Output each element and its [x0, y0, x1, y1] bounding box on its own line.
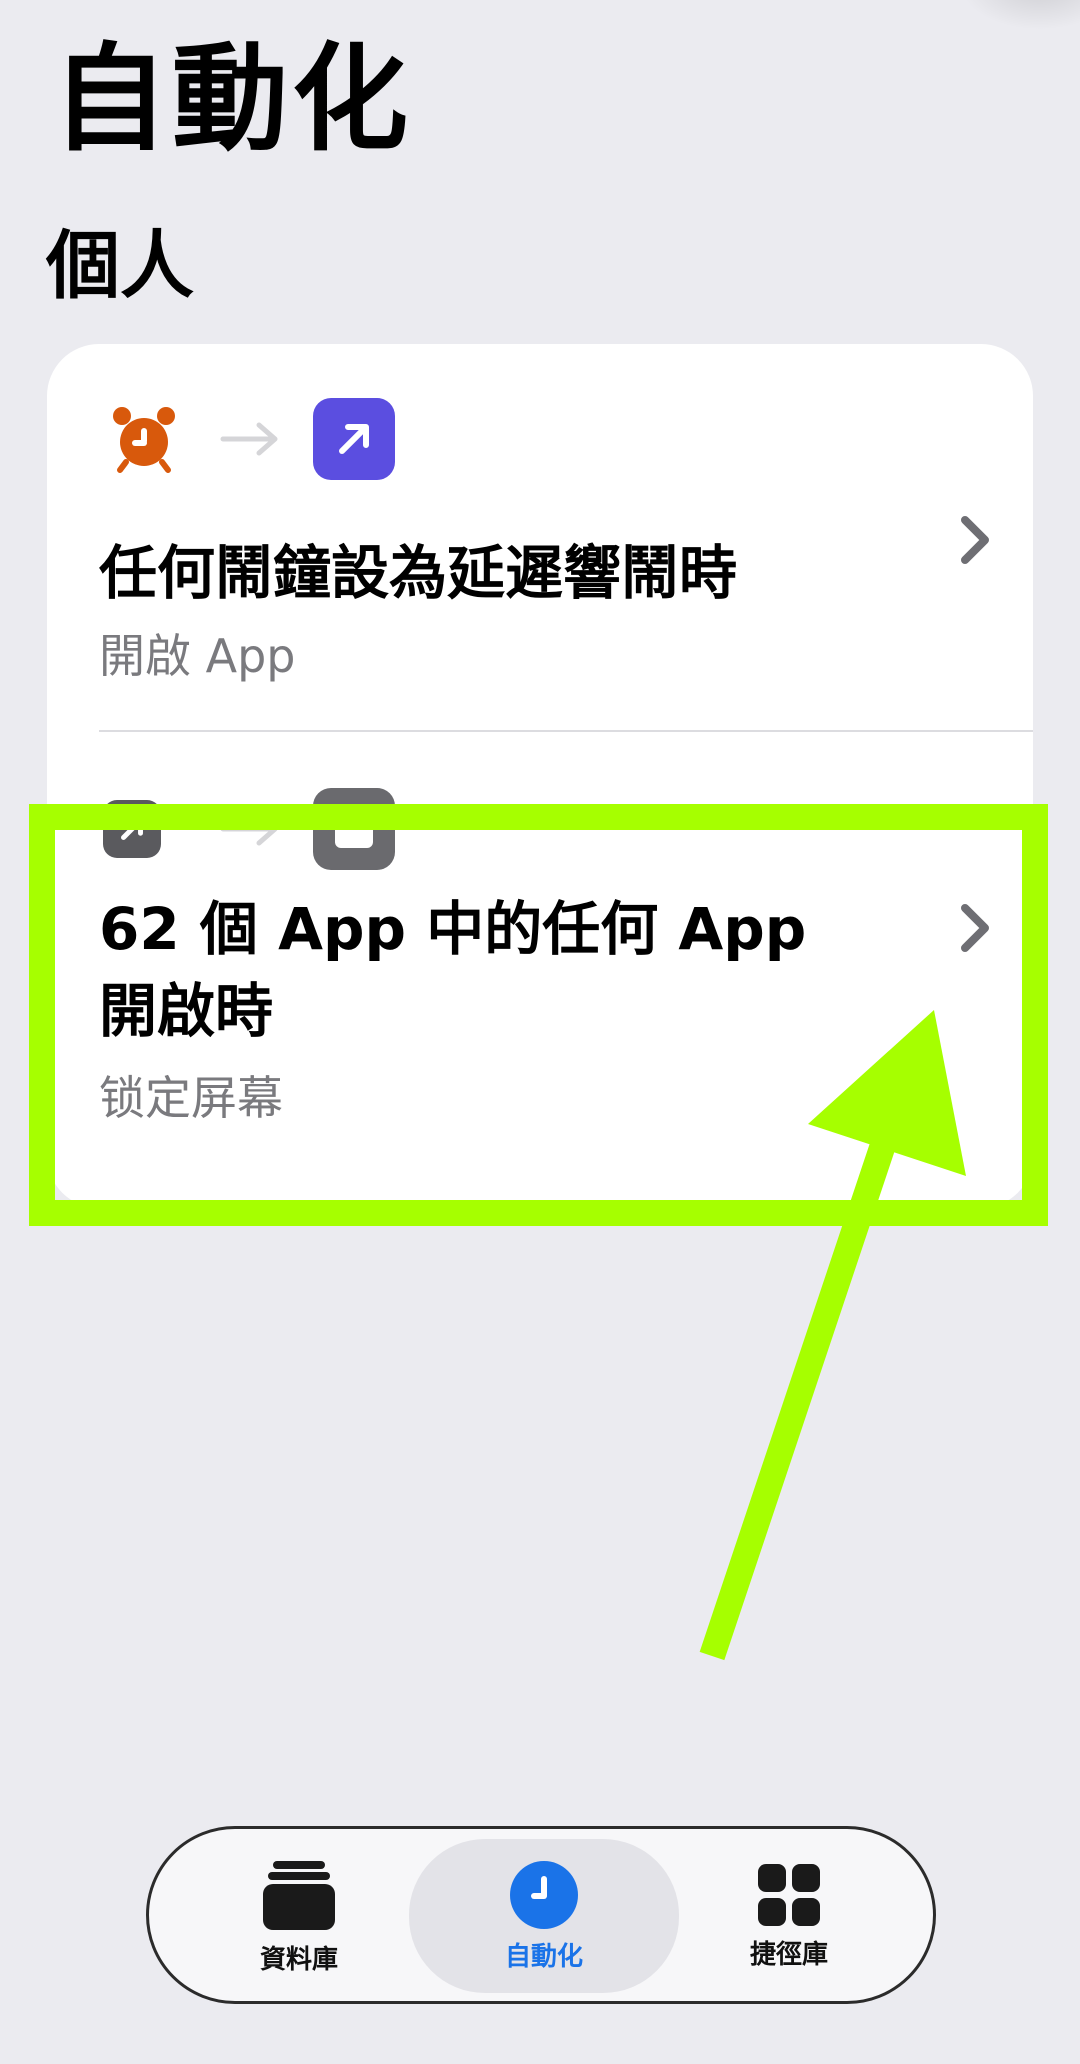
alarm-clock-icon — [103, 398, 185, 480]
library-stack-icon — [263, 1860, 335, 1930]
section-title: 個人 — [46, 223, 194, 309]
automation-subtitle: 開啟 App — [99, 629, 296, 683]
open-app-icon — [313, 398, 395, 480]
tab-automation[interactable]: 自動化 — [409, 1839, 679, 1993]
tab-label: 資料庫 — [259, 1944, 338, 1975]
clock-icon — [510, 1860, 578, 1929]
automation-title: 任何鬧鐘設為延遲響鬧時 — [99, 539, 738, 607]
tab-bar: 資料庫 自動化 捷徑庫 — [146, 1826, 936, 2004]
page-title: 自動化 — [52, 32, 412, 167]
chevron-right-icon[interactable] — [957, 512, 993, 568]
tab-gallery[interactable]: 捷徑庫 — [669, 1839, 909, 1993]
tab-label: 自動化 — [504, 1941, 583, 1972]
grid-icon — [758, 1863, 820, 1926]
automation-row-alarm[interactable]: 任何鬧鐘設為延遲響鬧時 開啟 App — [47, 344, 1033, 730]
tab-label: 捷徑庫 — [749, 1939, 828, 1970]
highlight-box — [29, 804, 1048, 1226]
arrow-right-icon — [220, 422, 278, 456]
tab-library[interactable]: 資料庫 — [179, 1839, 419, 1993]
status-corner-shadow — [960, 0, 1080, 30]
